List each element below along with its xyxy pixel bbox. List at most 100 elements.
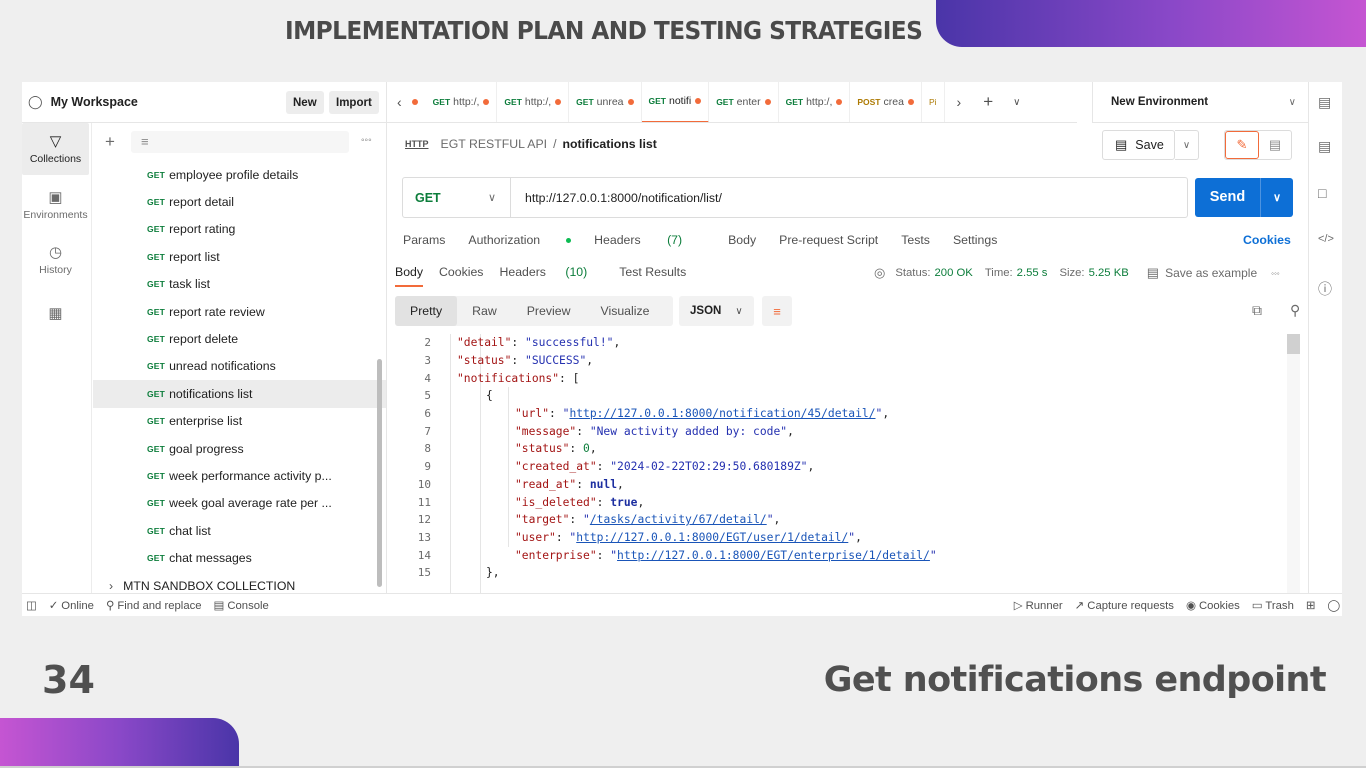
collection-item[interactable]: › MTN SANDBOX COLLECTION [93, 572, 386, 593]
request-tab[interactable]: Pi [922, 82, 945, 122]
tab-tests[interactable]: Tests [901, 233, 930, 247]
cookies-link[interactable]: Cookies [1243, 233, 1291, 247]
sidebar-request-item[interactable]: GET task list [93, 271, 386, 298]
code-link[interactable]: http://127.0.0.1:8000/EGT/user/1/detail/ [576, 531, 848, 544]
sidebar-request-item[interactable]: GET report rate review [93, 298, 386, 325]
console-button[interactable]: ▤ Console [214, 599, 269, 612]
request-tab[interactable]: GET http:/, [497, 82, 570, 122]
comments-icon[interactable]: □ [1318, 185, 1326, 201]
tab-response-headers[interactable]: Headers (10) [499, 265, 603, 287]
tab-body[interactable]: Body [728, 233, 756, 247]
trash-button[interactable]: ▭ Trash [1252, 599, 1294, 612]
import-button[interactable]: Import [329, 91, 379, 114]
more-options-icon[interactable]: ◦◦◦ [1271, 269, 1280, 278]
tab-scroll-left-icon[interactable]: ‹ [387, 94, 412, 110]
add-icon[interactable]: + [105, 132, 115, 152]
save-as-example-button[interactable]: Save as example [1165, 266, 1257, 280]
code-icon[interactable]: </> [1318, 233, 1334, 245]
sidebar-request-item[interactable]: GET goal progress [93, 435, 386, 462]
new-button[interactable]: New [286, 91, 324, 114]
sidebar-request-item[interactable]: GET unread notifications [93, 353, 386, 380]
url-input[interactable]: http://127.0.0.1:8000/notification/list/ [511, 191, 722, 205]
more-options-icon[interactable]: ◦◦◦ [361, 135, 372, 146]
sidebar-request-item[interactable]: GET enterprise list [93, 408, 386, 435]
format-tab-preview[interactable]: Preview [512, 304, 586, 318]
find-replace-button[interactable]: ⚲ Find and replace [106, 599, 202, 612]
environment-selector[interactable]: New Environment ∨ [1092, 82, 1308, 123]
breadcrumb-request[interactable]: notifications list [563, 137, 657, 151]
request-tab[interactable]: GET http:/, [779, 82, 851, 122]
request-tab[interactable]: GET enter [709, 82, 779, 122]
request-tab[interactable]: POST crea [850, 82, 922, 122]
runner-button[interactable]: ▷ Runner [1014, 599, 1063, 612]
sidebar-request-item[interactable]: GET report detail [93, 188, 386, 215]
code-link[interactable]: http://127.0.0.1:8000/EGT/enterprise/1/d… [617, 549, 930, 562]
globe-icon[interactable]: ◎ [874, 265, 885, 281]
breadcrumb-collection[interactable]: EGT RESTFUL API [441, 137, 548, 151]
tab-settings[interactable]: Settings [953, 233, 997, 247]
sidebar-request-item[interactable]: GET chat messages [93, 544, 386, 571]
format-tab-pretty[interactable]: Pretty [395, 296, 458, 326]
code-line: 7 "message": "New activity added by: code… [395, 422, 1285, 440]
tab-authorization[interactable]: Authorization [468, 233, 572, 247]
tab-response-cookies[interactable]: Cookies [439, 265, 483, 287]
format-tab-raw[interactable]: Raw [457, 304, 512, 318]
tab-params[interactable]: Params [403, 233, 445, 247]
sidebar-request-item[interactable]: GET report delete [93, 325, 386, 352]
save-dropdown[interactable]: ∨ [1175, 130, 1199, 160]
online-status[interactable]: ✓ Online [49, 599, 94, 612]
save-button[interactable]: ▤ Save [1102, 130, 1175, 160]
tab-scroll-right-icon[interactable]: › [945, 94, 974, 110]
code-scrollbar[interactable] [1287, 334, 1300, 593]
search-icon[interactable]: ⚲ [1290, 302, 1300, 319]
layout-icon[interactable]: ⊞ [1306, 599, 1315, 612]
sidebar-scrollbar[interactable] [377, 359, 382, 587]
rail-item-environments[interactable]: ▣ Environments [22, 179, 89, 231]
environment-quicklook-icon[interactable]: ▤ [1318, 94, 1331, 111]
method-select[interactable]: GET ∨ [403, 178, 511, 217]
sidebar-request-item[interactable]: GET notifications list [93, 380, 386, 408]
docs-view-icon[interactable]: ▤ [1259, 131, 1291, 159]
new-tab-icon[interactable]: + [973, 92, 1003, 112]
edit-icon[interactable]: ✎ [1225, 131, 1259, 159]
request-tab[interactable]: GET notifi [641, 82, 710, 122]
size-value[interactable]: 5.25 KB [1089, 267, 1129, 279]
wrap-lines-icon[interactable]: ≡ [762, 296, 792, 326]
sidebar-request-item[interactable]: GET week goal average rate per ... [93, 490, 386, 517]
help-icon[interactable]: ◯ [1327, 599, 1340, 612]
rail-item-history[interactable]: ◷ History [22, 234, 89, 286]
format-select[interactable]: JSON ∨ [679, 296, 754, 326]
tabs-dropdown-icon[interactable]: ∨ [1003, 97, 1030, 108]
sidebar-request-item[interactable]: GET chat list [93, 517, 386, 544]
sidebar-request-item[interactable]: GET report rating [93, 216, 386, 243]
code-link[interactable]: /tasks/activity/67/detail/ [590, 513, 767, 526]
filter-input[interactable]: ≡ [131, 131, 349, 153]
documentation-icon[interactable]: ▤ [1318, 138, 1331, 155]
tab-test-results[interactable]: Test Results [619, 265, 686, 287]
tab-headers[interactable]: Headers (7) [594, 233, 705, 247]
sidebar-request-item[interactable]: GET week performance activity p... [93, 462, 386, 489]
sidebar-request-item[interactable]: GET report list [93, 243, 386, 270]
copy-icon[interactable]: ⧉ [1252, 302, 1262, 319]
time-value[interactable]: 2.55 s [1017, 267, 1048, 279]
scroll-thumb[interactable] [1287, 334, 1300, 354]
tab-response-body[interactable]: Body [395, 265, 424, 287]
sidebar-toggle-icon[interactable]: ◫ [26, 599, 37, 612]
cookies-button[interactable]: ◉ Cookies [1186, 599, 1240, 612]
workspace-title[interactable]: My Workspace [51, 95, 138, 109]
rail-item-apps[interactable]: ▦ [22, 289, 89, 341]
send-button[interactable]: Send ∨ [1195, 178, 1293, 217]
format-tab-visualize[interactable]: Visualize [585, 304, 664, 318]
send-dropdown-icon[interactable]: ∨ [1261, 191, 1293, 204]
status-value[interactable]: 200 OK [935, 267, 973, 279]
info-icon[interactable]: ⓘ [1318, 279, 1332, 299]
response-body-code[interactable]: 2 "detail": "successful!", 3 "status": "SUC… [395, 334, 1285, 593]
request-tab[interactable]: GET unrea [569, 82, 642, 122]
tab-prerequest-script[interactable]: Pre-request Script [779, 233, 878, 247]
capture-requests-button[interactable]: ↗ Capture requests [1075, 599, 1174, 612]
sidebar-request-item[interactable]: GET employee profile details [93, 161, 386, 188]
rail-item-collections[interactable]: ▽ Collections [22, 123, 89, 175]
tab-method: POST [857, 97, 881, 107]
request-tab[interactable]: GET http:/, [426, 82, 498, 122]
code-link[interactable]: http://127.0.0.1:8000/notification/45/de… [569, 407, 875, 420]
